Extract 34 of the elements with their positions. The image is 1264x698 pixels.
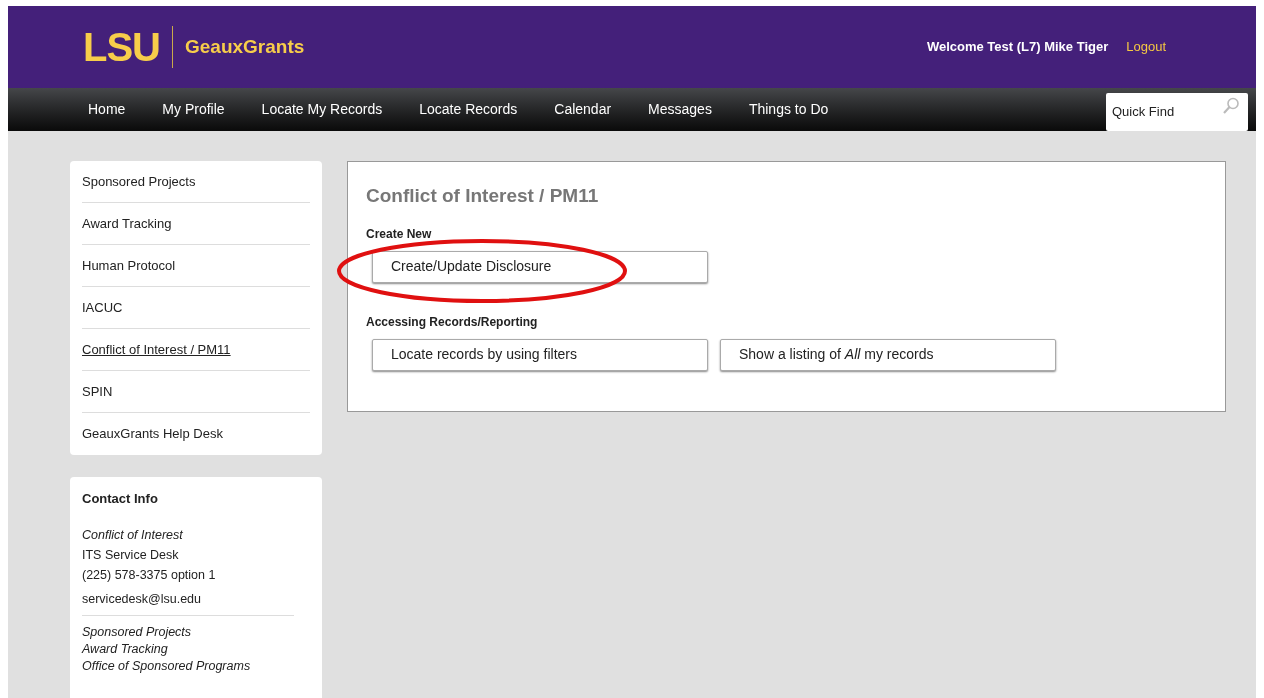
action-button[interactable]: Locate records by using filters: [372, 338, 708, 371]
quick-find-field[interactable]: Quick Find: [1106, 92, 1248, 131]
page-title: Conflict of Interest / PM11: [366, 184, 600, 208]
sidebar-link[interactable]: SPIN: [82, 381, 113, 402]
welcome-text: Welcome Test (L7) Mike Tiger: [926, 38, 1109, 57]
nav-link[interactable]: My Profile: [162, 99, 225, 120]
contact-line: Award Tracking: [82, 640, 169, 657]
contact-line: servicedesk@lsu.edu: [82, 590, 202, 607]
contact-line: Office of Sponsored Programs: [82, 657, 252, 674]
contact-line: (225) 578-3375 option 1: [82, 566, 217, 583]
section-heading: Accessing Records/Reporting: [366, 313, 539, 331]
contact-line: Conflict of Interest: [82, 526, 184, 543]
sidebar-link[interactable]: Human Protocol: [82, 255, 176, 276]
search-icon: [1222, 96, 1240, 115]
sidebar-link[interactable]: Award Tracking: [82, 213, 172, 234]
contact-line: Sponsored Projects: [82, 623, 193, 640]
sidebar-link[interactable]: Sponsored Projects: [82, 171, 196, 192]
nav-link[interactable]: Messages: [648, 99, 712, 120]
action-button[interactable]: Create/Update Disclosure: [372, 250, 708, 283]
nav-link[interactable]: Home: [88, 99, 126, 120]
action-button[interactable]: Show a listing of All my records: [720, 338, 1056, 371]
nav-link[interactable]: Things to Do: [748, 99, 829, 120]
nav-link[interactable]: Calendar: [554, 99, 612, 120]
sidebar-link[interactable]: IACUC: [82, 297, 123, 318]
logo[interactable]: LSU: [83, 27, 160, 67]
nav-link[interactable]: Locate My Records: [261, 99, 383, 120]
app-name: GeauxGrants: [185, 34, 305, 59]
logout-link[interactable]: Logout: [1126, 37, 1166, 57]
contact-line: ITS Service Desk: [82, 546, 180, 563]
sidebar-link[interactable]: GeauxGrants Help Desk: [82, 424, 223, 444]
nav-link[interactable]: Locate Records: [419, 99, 518, 120]
section-heading: Create New: [366, 225, 433, 243]
contact-title: Contact Info: [82, 490, 159, 508]
sidebar-link[interactable]: Conflict of Interest / PM11: [82, 339, 231, 360]
